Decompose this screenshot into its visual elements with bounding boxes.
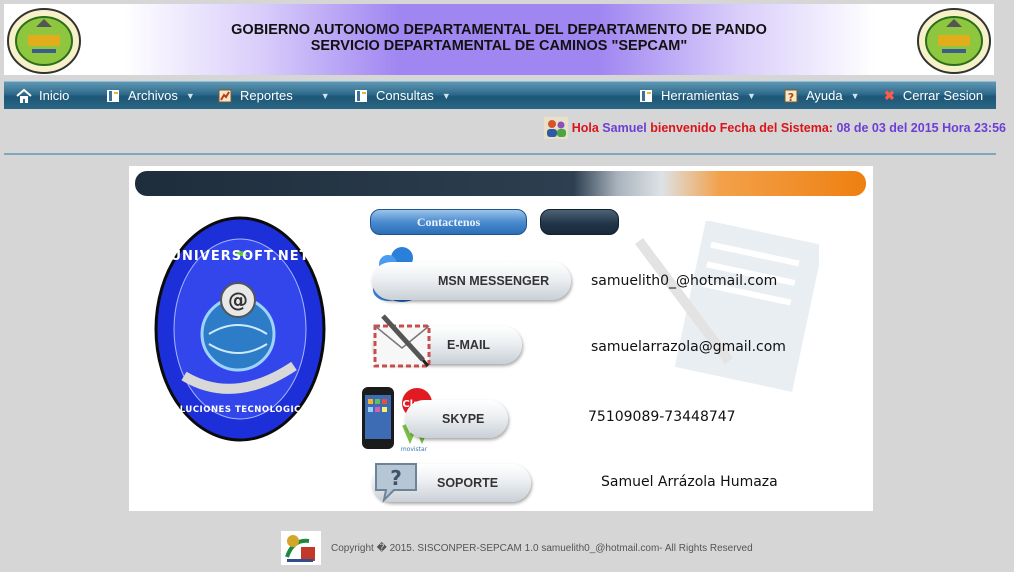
chevron-down-icon: ▼ <box>185 90 195 101</box>
sepcam-logo-icon <box>917 8 991 74</box>
emblem-top-text: UNIVERSOFT.NET <box>171 249 310 264</box>
chevron-down-icon: ▼ <box>850 90 860 101</box>
greeting-hola: Hola <box>571 121 599 135</box>
banner-title: GOBIERNO AUTONOMO DEPARTAMENTAL DEL DEPA… <box>104 22 894 54</box>
book-icon <box>355 89 367 102</box>
skype-button[interactable]: SKYPE <box>405 400 508 438</box>
email-value: samuelarrazola@gmail.com <box>591 339 786 355</box>
support-label: SOPORTE <box>437 476 499 490</box>
footer: Copyright � 2015. SISCONPER-SEPCAM 1.0 s… <box>281 530 753 566</box>
movistar-logo-text: movistar <box>401 446 428 453</box>
nav-label-archivos: Archivos <box>128 88 178 103</box>
sepcam-logo-icon <box>7 8 81 74</box>
tab-button-dark[interactable] <box>540 209 619 235</box>
main-nav-bar: Inicio Archivos ▼ Reportes ▼ Consultas ▼ <box>4 81 996 109</box>
header-banner: GOBIERNO AUTONOMO DEPARTAMENTAL DEL DEPA… <box>4 4 994 75</box>
nav-item-herramientas[interactable]: Herramientas ▼ <box>638 82 756 109</box>
copyright-text: Copyright � 2015. SISCONPER-SEPCAM 1.0 s… <box>331 542 753 554</box>
users-icon <box>543 117 568 139</box>
chevron-down-icon: ▼ <box>441 90 451 101</box>
msn-messenger-value: samuelith0_@hotmail.com <box>591 273 778 289</box>
nav-item-reportes[interactable]: Reportes ▼ <box>217 82 330 109</box>
skype-label: SKYPE <box>442 412 485 426</box>
nav-label-ayuda: Ayuda <box>806 88 843 103</box>
nav-item-consultas[interactable]: Consultas ▼ <box>353 82 451 109</box>
chevron-down-icon: ▼ <box>320 90 330 101</box>
banner-title-line1: GOBIERNO AUTONOMO DEPARTAMENTAL DEL DEPA… <box>231 22 767 38</box>
email-envelope-icon <box>373 314 431 368</box>
msn-messenger-button[interactable]: MSN MESSENGER <box>372 262 571 300</box>
nav-item-archivos[interactable]: Archivos ▼ <box>105 82 195 109</box>
nav-label-inicio: Inicio <box>39 88 70 103</box>
nav-item-inicio[interactable]: Inicio <box>16 82 69 109</box>
footer-logo-icon <box>281 531 321 565</box>
nav-label-consultas: Consultas <box>376 88 434 103</box>
universoft-emblem: @ UNIVERSOFT.NET SOLUCIONES TECNOLOGICAS <box>154 216 326 442</box>
banner-title-line2: SERVICIO DEPARTAMENTAL DE CAMINOS "SEPCA… <box>310 38 688 54</box>
contact-tab-button[interactable]: Contactenos <box>370 209 527 235</box>
contact-panel: Contactenos @ UNIVERSOFT.NET SOLUCIONES … <box>129 166 873 511</box>
help-icon: ? <box>784 89 798 104</box>
svg-text:@: @ <box>228 288 248 312</box>
svg-text:?: ? <box>788 91 794 104</box>
book-icon <box>640 89 652 102</box>
greeting-welcome: bienvenido Fecha del Sistema: <box>650 121 833 135</box>
emblem-bottom-text: SOLUCIONES TECNOLOGICAS <box>165 405 314 415</box>
nav-item-cerrar-sesion[interactable]: ✖ Cerrar Sesion <box>884 82 983 109</box>
home-icon <box>16 88 32 103</box>
greeting-user: Samuel <box>602 121 647 135</box>
system-date: 08 de 03 del 2015 Hora 23:56 <box>836 121 1006 135</box>
chevron-down-icon: ▼ <box>747 90 756 101</box>
svg-text:?: ? <box>390 466 402 490</box>
greeting-line: Hola Samuel bienvenido Fecha del Sistema… <box>543 117 1006 139</box>
msn-messenger-label: MSN MESSENGER <box>438 274 550 288</box>
support-value: Samuel Arrázola Humaza <box>601 474 778 490</box>
document-pen-watermark-icon <box>635 221 819 392</box>
skype-value: 75109089-73448747 <box>588 409 736 425</box>
close-icon: ✖ <box>884 87 895 103</box>
book-icon <box>107 89 119 102</box>
nav-label-reportes: Reportes <box>240 88 293 103</box>
report-icon <box>218 89 232 102</box>
divider <box>4 153 996 155</box>
panel-header-bar <box>135 171 866 196</box>
email-label: E-MAIL <box>447 338 491 352</box>
help-bubble-icon: ? <box>375 463 417 504</box>
nav-label-cerrar-sesion: Cerrar Sesion <box>902 88 984 103</box>
nav-label-herramientas: Herramientas <box>661 88 740 103</box>
nav-item-ayuda[interactable]: ? Ayuda ▼ <box>783 82 860 109</box>
